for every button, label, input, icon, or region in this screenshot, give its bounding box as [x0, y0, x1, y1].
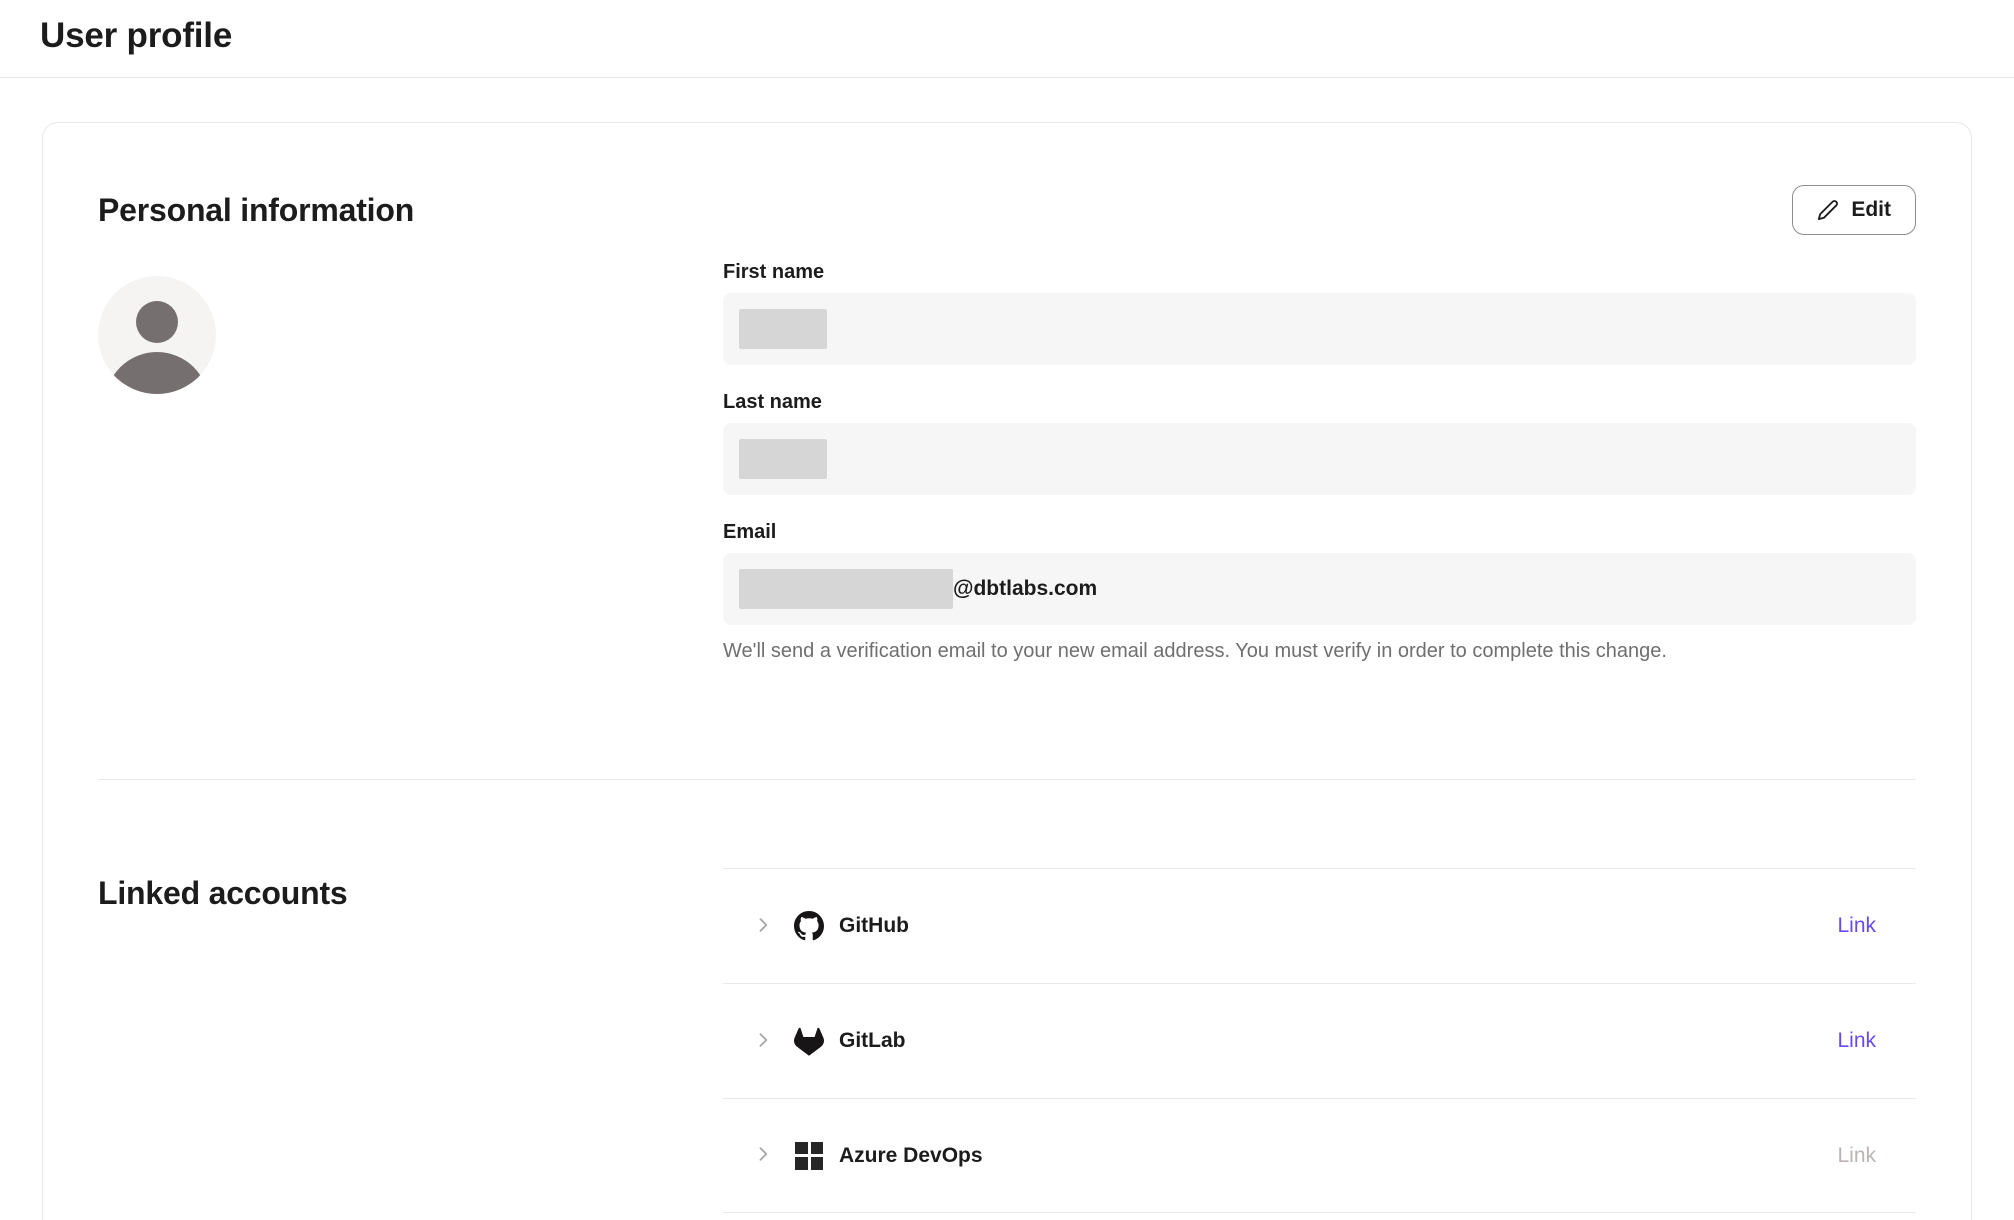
personal-information-heading: Personal information — [98, 185, 414, 235]
account-name-azure-devops: Azure DevOps — [839, 1144, 983, 1168]
page-title: User profile — [40, 16, 2014, 56]
account-name-gitlab: GitLab — [839, 1029, 906, 1053]
avatar — [98, 276, 216, 394]
chevron-right-icon — [753, 1144, 773, 1167]
account-row-github: GitHub Link — [723, 868, 1916, 983]
first-name-field[interactable] — [723, 293, 1916, 365]
avatar-column — [98, 261, 723, 689]
email-domain-text: @dbtlabs.com — [953, 577, 1097, 601]
email-helper-text: We'll send a verification email to your … — [723, 640, 1916, 663]
avatar-person-icon — [136, 301, 178, 343]
chevron-right-icon — [753, 1030, 773, 1053]
chevron-right-icon — [753, 915, 773, 938]
last-name-label: Last name — [723, 391, 1916, 414]
linked-accounts-list: GitHub Link GitLab Link — [723, 868, 1916, 1213]
last-name-group: Last name — [723, 391, 1916, 495]
personal-fields-column: First name Last name Email @dbtlabs.com — [723, 261, 1916, 689]
first-name-group: First name — [723, 261, 1916, 365]
gitlab-expand-button[interactable] — [753, 1030, 773, 1053]
gitlab-icon — [794, 1026, 824, 1056]
azure-devops-link-action: Link — [1837, 1144, 1876, 1168]
personal-information-section: Personal information Edit First n — [98, 185, 1916, 780]
linked-accounts-section: Linked accounts GitHub Link — [98, 868, 1916, 1213]
edit-button[interactable]: Edit — [1792, 185, 1916, 235]
pencil-icon — [1817, 199, 1839, 221]
email-label: Email — [723, 521, 1916, 544]
gitlab-link-action[interactable]: Link — [1837, 1029, 1876, 1053]
email-field[interactable]: @dbtlabs.com — [723, 553, 1916, 625]
linked-accounts-heading: Linked accounts — [98, 868, 723, 918]
account-name-github: GitHub — [839, 914, 909, 938]
page-header: User profile — [0, 0, 2014, 78]
last-name-field[interactable] — [723, 423, 1916, 495]
github-expand-button[interactable] — [753, 915, 773, 938]
github-icon — [794, 911, 824, 941]
azure-devops-expand-button[interactable] — [753, 1144, 773, 1167]
redacted-last-name-value — [739, 439, 827, 479]
redacted-email-local-part — [739, 569, 953, 609]
github-link-action[interactable]: Link — [1837, 914, 1876, 938]
account-row-azure-devops: Azure DevOps Link — [723, 1098, 1916, 1213]
edit-button-label: Edit — [1851, 198, 1891, 222]
redacted-first-name-value — [739, 309, 827, 349]
section-divider — [98, 779, 1916, 780]
azure-devops-icon — [794, 1141, 824, 1171]
first-name-label: First name — [723, 261, 1916, 284]
account-row-gitlab: GitLab Link — [723, 983, 1916, 1098]
email-group: Email @dbtlabs.com We'll send a verifica… — [723, 521, 1916, 663]
profile-card: Personal information Edit First n — [42, 122, 1972, 1220]
